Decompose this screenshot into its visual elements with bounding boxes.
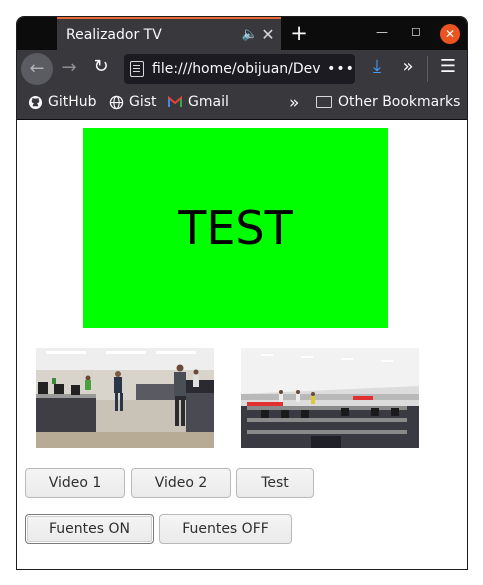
- bookmark-label: Gmail: [188, 94, 229, 110]
- maximize-icon[interactable]: ◻: [407, 24, 425, 38]
- reload-icon[interactable]: ↻: [91, 56, 111, 77]
- bookmark-other-folder[interactable]: Other Bookmarks: [316, 94, 460, 110]
- video-2-button[interactable]: Video 2: [131, 468, 231, 498]
- chevrons-right-icon[interactable]: »: [398, 56, 418, 77]
- folder-icon: [316, 96, 332, 108]
- tab-active[interactable]: Realizador TV 🔈 ✕: [57, 17, 281, 50]
- video-1-thumbnail: [36, 348, 214, 448]
- bookmark-github[interactable]: GitHub: [27, 94, 97, 110]
- bookmark-gmail[interactable]: Gmail: [167, 94, 229, 110]
- bookmarks-toolbar: GitHub Gist Gmail » Other Bookmarks: [17, 88, 467, 120]
- tab-title: Realizador TV: [66, 26, 162, 43]
- bookmark-gist[interactable]: Gist: [108, 94, 157, 110]
- page-actions-icon[interactable]: •••: [327, 61, 355, 77]
- globe-icon: [108, 94, 124, 110]
- minimize-icon[interactable]: —: [373, 25, 391, 39]
- page-content: TEST Video 1 Video 2 Test Fuentes ON Fue…: [17, 120, 467, 569]
- fuentes-off-button[interactable]: Fuentes OFF: [159, 514, 292, 544]
- window-close-icon[interactable]: ✕: [440, 24, 460, 44]
- bookmark-label: GitHub: [48, 94, 97, 110]
- arrow-right-icon[interactable]: →: [59, 57, 79, 78]
- browser-window: Realizador TV 🔈 ✕ + — ◻ ✕ ← → ↻ file:///…: [16, 16, 468, 570]
- chevrons-right-icon[interactable]: »: [289, 93, 299, 113]
- plus-icon[interactable]: +: [289, 21, 309, 45]
- bookmark-label: Gist: [129, 94, 157, 110]
- page-icon: [130, 61, 144, 77]
- speaker-icon[interactable]: 🔈: [241, 27, 259, 42]
- tab-strip: Realizador TV 🔈 ✕ + — ◻ ✕: [17, 17, 467, 50]
- navigation-toolbar: ← → ↻ file:///home/obijuan/Dev ••• ⤓ » ☰: [17, 50, 467, 88]
- toolbar-divider: [427, 56, 428, 82]
- url-text[interactable]: file:///home/obijuan/Dev: [152, 61, 327, 77]
- bookmark-label: Other Bookmarks: [338, 94, 461, 110]
- url-bar[interactable]: file:///home/obijuan/Dev •••: [124, 54, 355, 84]
- hamburger-icon[interactable]: ☰: [438, 56, 458, 77]
- test-button[interactable]: Test: [236, 468, 314, 498]
- close-icon[interactable]: ✕: [259, 25, 277, 44]
- gmail-icon: [167, 94, 183, 110]
- video-1-button[interactable]: Video 1: [25, 468, 125, 498]
- fuentes-on-button[interactable]: Fuentes ON: [25, 514, 154, 544]
- download-icon[interactable]: ⤓: [367, 56, 387, 77]
- github-icon: [27, 94, 43, 110]
- video-2-thumbnail: [241, 348, 419, 448]
- arrow-left-icon[interactable]: ←: [21, 53, 53, 85]
- program-monitor: TEST: [83, 128, 388, 328]
- monitor-text: TEST: [178, 201, 293, 255]
